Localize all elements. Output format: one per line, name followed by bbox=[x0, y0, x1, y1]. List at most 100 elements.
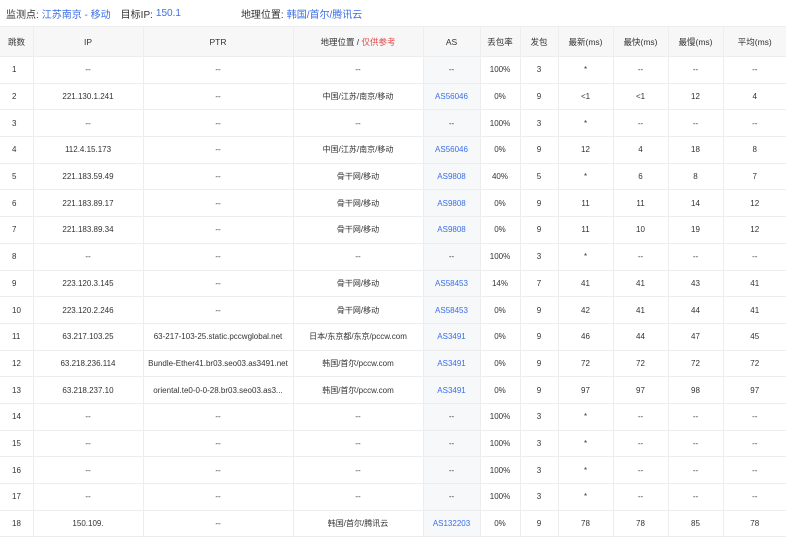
cell-geo: 骨干网/移动 bbox=[293, 296, 424, 324]
cell-ip: 221.183.89.34 bbox=[33, 216, 144, 244]
table-row: 16 -- -- -- -- 100% 3 * -- -- -- bbox=[0, 456, 786, 484]
cell-hop: 14 bbox=[0, 403, 34, 431]
cell-ip: 150.109. bbox=[33, 510, 144, 538]
cell-ip: 223.120.2.246 bbox=[33, 296, 144, 324]
cell-last: * bbox=[558, 109, 614, 138]
cell-ip: -- bbox=[33, 109, 144, 138]
cell-ip: -- bbox=[33, 243, 144, 271]
as-link[interactable]: AS3491 bbox=[437, 359, 465, 368]
cell-loss: 14% bbox=[480, 270, 521, 298]
cell-geo: -- bbox=[293, 109, 424, 138]
cell-avg: 7 bbox=[723, 163, 786, 191]
cell-ptr: -- bbox=[143, 83, 294, 111]
cell-loss: 0% bbox=[480, 323, 521, 351]
table-row: 1 -- -- -- -- 100% 3 * -- -- -- bbox=[0, 56, 786, 84]
cell-geo: 中国/江苏/南京/移动 bbox=[293, 83, 424, 111]
cell-ptr: -- bbox=[143, 136, 294, 164]
cell-geo: 韩国/首尔/腾讯云 bbox=[293, 510, 424, 538]
cell-sent: 3 bbox=[520, 403, 559, 431]
cell-last: * bbox=[558, 403, 614, 431]
cell-sent: 9 bbox=[520, 216, 559, 244]
cell-avg: -- bbox=[723, 109, 786, 138]
cell-hop: 8 bbox=[0, 243, 34, 271]
header-avg: 平均(ms) bbox=[723, 26, 786, 57]
cell-as: -- bbox=[423, 403, 481, 431]
cell-hop: 5 bbox=[0, 163, 34, 191]
cell-as: AS3491 bbox=[423, 323, 481, 351]
cell-ptr: -- bbox=[143, 456, 294, 484]
table-row: 11 63.217.103.25 63-217-103-25.static.pccw… bbox=[0, 323, 786, 351]
as-link[interactable]: AS56046 bbox=[435, 92, 468, 101]
cell-last: * bbox=[558, 163, 614, 191]
table-row: 15 -- -- -- -- 100% 3 * -- -- -- bbox=[0, 430, 786, 458]
header-worst: 最慢(ms) bbox=[668, 26, 724, 57]
as-link[interactable]: AS58453 bbox=[435, 279, 468, 288]
cell-hop: 17 bbox=[0, 483, 34, 511]
table-row: 13 63.218.237.10 oriental.te0-0-0-28.br03.… bbox=[0, 376, 786, 404]
cell-loss: 0% bbox=[480, 189, 521, 218]
monitor-info-bar: 监测点: 江苏南京 - 移动 目标IP: 150.1 地理位置: 韩国/首尔/腾… bbox=[0, 0, 786, 26]
cell-loss: 0% bbox=[480, 296, 521, 324]
as-empty: -- bbox=[448, 438, 455, 448]
cell-ip: -- bbox=[33, 403, 144, 431]
cell-best: -- bbox=[613, 456, 669, 484]
as-link[interactable]: AS58453 bbox=[435, 306, 468, 315]
cell-avg: 72 bbox=[723, 350, 786, 378]
as-link[interactable]: AS9808 bbox=[437, 199, 465, 208]
as-link[interactable]: AS3491 bbox=[437, 386, 465, 395]
cell-sent: 9 bbox=[520, 136, 559, 164]
cell-avg: -- bbox=[723, 483, 786, 511]
as-link[interactable]: AS3491 bbox=[437, 332, 465, 341]
cell-ptr: -- bbox=[143, 216, 294, 244]
cell-geo: 日本/东京都/东京/pccw.com bbox=[293, 323, 424, 351]
cell-geo: 韩国/首尔/pccw.com bbox=[293, 376, 424, 404]
cell-geo: 中国/江苏/南京/移动 bbox=[293, 136, 424, 164]
cell-best: -- bbox=[613, 403, 669, 431]
traceroute-table: 跳数 IP PTR 地理位置 / 仅供参考 AS 丢包率 发包 最新(ms) 最… bbox=[0, 26, 786, 538]
cell-best: 72 bbox=[613, 350, 669, 378]
header-ip: IP bbox=[33, 26, 144, 57]
cell-best: -- bbox=[613, 56, 669, 84]
cell-best: 97 bbox=[613, 376, 669, 404]
as-link[interactable]: AS56046 bbox=[435, 145, 468, 154]
cell-as: -- bbox=[423, 430, 481, 458]
target-ip-value: 150.1 bbox=[155, 7, 181, 19]
as-link[interactable]: AS9808 bbox=[437, 172, 465, 181]
cell-best: -- bbox=[613, 483, 669, 511]
cell-worst: 47 bbox=[668, 323, 724, 351]
as-empty: -- bbox=[448, 492, 455, 502]
cell-worst: 98 bbox=[668, 376, 724, 404]
as-link[interactable]: AS9808 bbox=[437, 225, 465, 234]
cell-ptr: -- bbox=[143, 296, 294, 324]
header-ptr: PTR bbox=[143, 26, 294, 57]
cell-worst: -- bbox=[668, 56, 724, 84]
table-header: 跳数 IP PTR 地理位置 / 仅供参考 AS 丢包率 发包 最新(ms) 最… bbox=[0, 26, 786, 57]
cell-geo: 骨干网/移动 bbox=[293, 163, 424, 191]
cell-hop: 4 bbox=[0, 136, 34, 164]
cell-loss: 100% bbox=[480, 109, 521, 138]
as-link[interactable]: AS132203 bbox=[433, 519, 470, 528]
cell-as: -- bbox=[423, 483, 481, 511]
cell-best: 41 bbox=[613, 270, 669, 298]
as-empty: -- bbox=[448, 412, 455, 422]
cell-ip: 223.120.3.145 bbox=[33, 270, 144, 298]
header-loss: 丢包率 bbox=[480, 26, 521, 57]
cell-worst: 43 bbox=[668, 270, 724, 298]
header-last: 最新(ms) bbox=[558, 26, 614, 57]
cell-hop: 1 bbox=[0, 56, 34, 84]
cell-loss: 100% bbox=[480, 56, 521, 84]
cell-worst: 14 bbox=[668, 189, 724, 218]
cell-best: <1 bbox=[613, 83, 669, 111]
cell-last: 78 bbox=[558, 510, 614, 538]
cell-ip: -- bbox=[33, 430, 144, 458]
table-row: 10 223.120.2.246 -- 骨干网/移动 AS58453 0% 9 42 41 44 4… bbox=[0, 296, 786, 324]
cell-sent: 9 bbox=[520, 296, 559, 324]
table-row: 5 221.183.59.49 -- 骨干网/移动 AS9808 40% 5 * 6 8 7 bbox=[0, 163, 786, 191]
cell-ptr: -- bbox=[143, 109, 294, 138]
cell-hop: 18 bbox=[0, 510, 34, 538]
cell-as: AS58453 bbox=[423, 296, 481, 324]
cell-worst: -- bbox=[668, 430, 724, 458]
cell-avg: 45 bbox=[723, 323, 786, 351]
cell-avg: -- bbox=[723, 243, 786, 271]
cell-geo: -- bbox=[293, 430, 424, 458]
